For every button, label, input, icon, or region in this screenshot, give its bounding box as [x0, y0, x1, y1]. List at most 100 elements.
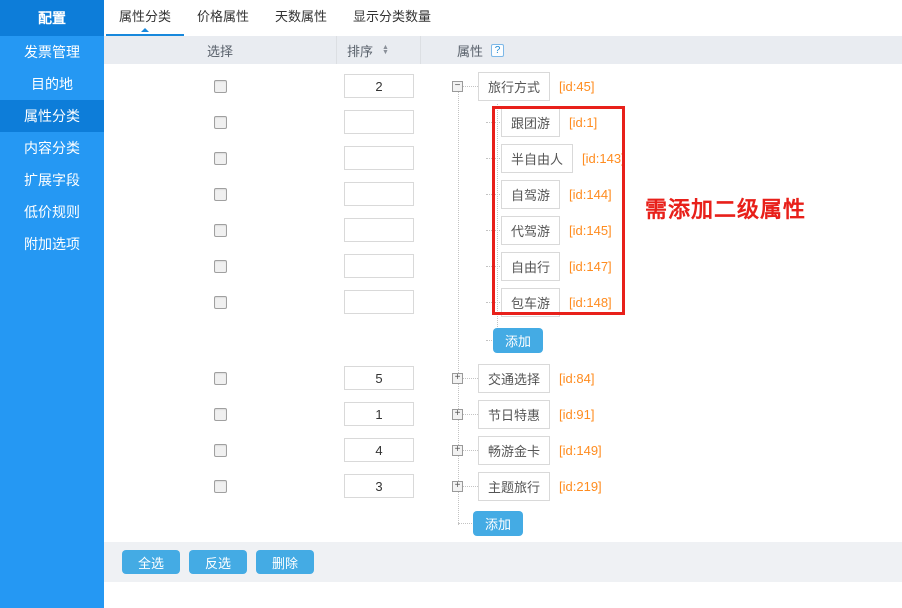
sort-input[interactable]	[344, 474, 414, 498]
select-cell	[104, 152, 337, 165]
sidebar-item-5[interactable]: 扩展字段	[0, 164, 104, 196]
table-row: + 畅游金卡 [id:149]	[104, 432, 902, 468]
table-row: +主题旅行[id:219]	[104, 468, 902, 504]
sort-cell	[337, 110, 421, 134]
table-row: −旅行方式[id:45]	[104, 68, 902, 104]
attr-cell: + 畅游金卡 [id:149]	[421, 436, 902, 465]
expand-toggle-icon[interactable]: +	[452, 445, 463, 456]
sort-input[interactable]	[344, 110, 414, 134]
tab-3[interactable]: 天数属性	[262, 0, 340, 36]
delete-button[interactable]: 删除	[256, 550, 314, 574]
sidebar-item-3[interactable]: 属性分类	[0, 100, 104, 132]
row-checkbox[interactable]	[214, 188, 227, 201]
sidebar-nav: 发票管理目的地属性分类内容分类扩展字段低价规则附加选项	[0, 36, 104, 260]
attr-cell: 添加	[421, 328, 902, 353]
tab-4[interactable]: 显示分类数量	[340, 0, 444, 36]
expand-toggle-icon[interactable]: +	[452, 409, 463, 420]
sort-arrows-icon[interactable]: ▲▼	[382, 45, 389, 55]
add-button[interactable]: 添加	[473, 511, 523, 536]
tree-node-label[interactable]: 畅游金卡	[478, 436, 550, 465]
row-checkbox[interactable]	[214, 116, 227, 129]
node-id-label: [id:148]	[569, 295, 612, 310]
row-checkbox[interactable]	[214, 224, 227, 237]
expand-toggle-icon[interactable]: +	[452, 373, 463, 384]
tree-node-label[interactable]: 自驾游	[501, 180, 560, 209]
table-row: 半自由人 [id:143]	[104, 140, 902, 176]
sort-input[interactable]	[344, 182, 414, 206]
sort-cell	[337, 254, 421, 278]
row-checkbox[interactable]	[214, 152, 227, 165]
node-id-label: [id:145]	[569, 223, 612, 238]
add-row: 添加	[104, 320, 902, 360]
header-sort-label: 排序	[347, 41, 373, 60]
add-button[interactable]: 添加	[493, 328, 543, 353]
select-cell	[104, 444, 337, 457]
sidebar-item-1[interactable]: 发票管理	[0, 36, 104, 68]
node-id-label: [id:143]	[582, 151, 625, 166]
node-id-label: [id:149]	[559, 443, 602, 458]
sort-cell	[337, 474, 421, 498]
tree-node-label[interactable]: 自由行	[501, 252, 560, 281]
row-checkbox[interactable]	[214, 480, 227, 493]
tab-bar: 属性分类价格属性天数属性显示分类数量	[104, 0, 902, 36]
table-row: + 节日特惠 [id:91]	[104, 396, 902, 432]
sidebar-item-6[interactable]: 低价规则	[0, 196, 104, 228]
sort-input[interactable]	[344, 146, 414, 170]
invert-select-button[interactable]: 反选	[189, 550, 247, 574]
table-row: 自由行[id:147]	[104, 248, 902, 284]
main-content: 属性分类价格属性天数属性显示分类数量 选择 排序 ▲▼ 属性 ? 需添加二级属性…	[104, 0, 902, 608]
attr-cell: 自由行[id:147]	[421, 252, 902, 281]
attr-cell: −旅行方式[id:45]	[421, 72, 902, 101]
row-checkbox[interactable]	[214, 80, 227, 93]
sort-input[interactable]	[344, 402, 414, 426]
attr-cell: +主题旅行[id:219]	[421, 472, 902, 501]
select-cell	[104, 260, 337, 273]
sidebar-item-7[interactable]: 附加选项	[0, 228, 104, 260]
select-cell	[104, 372, 337, 385]
header-attr-label: 属性	[457, 41, 483, 60]
sidebar-item-2[interactable]: 目的地	[0, 68, 104, 100]
tab-1[interactable]: 属性分类	[106, 0, 184, 36]
select-all-button[interactable]: 全选	[122, 550, 180, 574]
node-id-label: [id:84]	[559, 371, 594, 386]
tree-node-label[interactable]: 包车游	[501, 288, 560, 317]
app-window: 配置 发票管理目的地属性分类内容分类扩展字段低价规则附加选项 属性分类价格属性天…	[0, 0, 902, 608]
help-icon[interactable]: ?	[491, 44, 504, 57]
sort-input[interactable]	[344, 218, 414, 242]
sidebar-header[interactable]: 配置	[0, 0, 104, 36]
node-id-label: [id:91]	[559, 407, 594, 422]
attr-cell: 跟团游[id:1]	[421, 108, 902, 137]
sidebar-item-4[interactable]: 内容分类	[0, 132, 104, 164]
tree-node-label[interactable]: 节日特惠	[478, 400, 550, 429]
header-attr-column: 属性 ?	[421, 36, 902, 64]
tree-node-label[interactable]: 旅行方式	[478, 72, 550, 101]
attr-cell: + 节日特惠 [id:91]	[421, 400, 902, 429]
tree-node-label[interactable]: 代驾游	[501, 216, 560, 245]
sidebar: 配置 发票管理目的地属性分类内容分类扩展字段低价规则附加选项	[0, 0, 104, 608]
sort-input[interactable]	[344, 290, 414, 314]
tab-2[interactable]: 价格属性	[184, 0, 262, 36]
sort-cell	[337, 366, 421, 390]
sort-input[interactable]	[344, 366, 414, 390]
row-checkbox[interactable]	[214, 444, 227, 457]
select-cell	[104, 224, 337, 237]
sort-input[interactable]	[344, 74, 414, 98]
sort-input[interactable]	[344, 254, 414, 278]
row-checkbox[interactable]	[214, 260, 227, 273]
tree-node-label[interactable]: 主题旅行	[478, 472, 550, 501]
row-checkbox[interactable]	[214, 296, 227, 309]
table-row: + 交通选择 [id:84]	[104, 360, 902, 396]
expand-toggle-icon[interactable]: +	[452, 481, 463, 492]
tree-node-label[interactable]: 半自由人	[501, 144, 573, 173]
table-row: 跟团游[id:1]	[104, 104, 902, 140]
attr-cell: 半自由人 [id:143]	[421, 144, 902, 173]
row-checkbox[interactable]	[214, 372, 227, 385]
sort-cell	[337, 402, 421, 426]
select-cell	[104, 296, 337, 309]
row-checkbox[interactable]	[214, 408, 227, 421]
collapse-toggle-icon[interactable]: −	[452, 81, 463, 92]
table-body: 需添加二级属性 −旅行方式[id:45]跟团游[id:1]半自由人[id:143…	[104, 64, 902, 542]
sort-input[interactable]	[344, 438, 414, 462]
tree-node-label[interactable]: 交通选择	[478, 364, 550, 393]
tree-node-label[interactable]: 跟团游	[501, 108, 560, 137]
